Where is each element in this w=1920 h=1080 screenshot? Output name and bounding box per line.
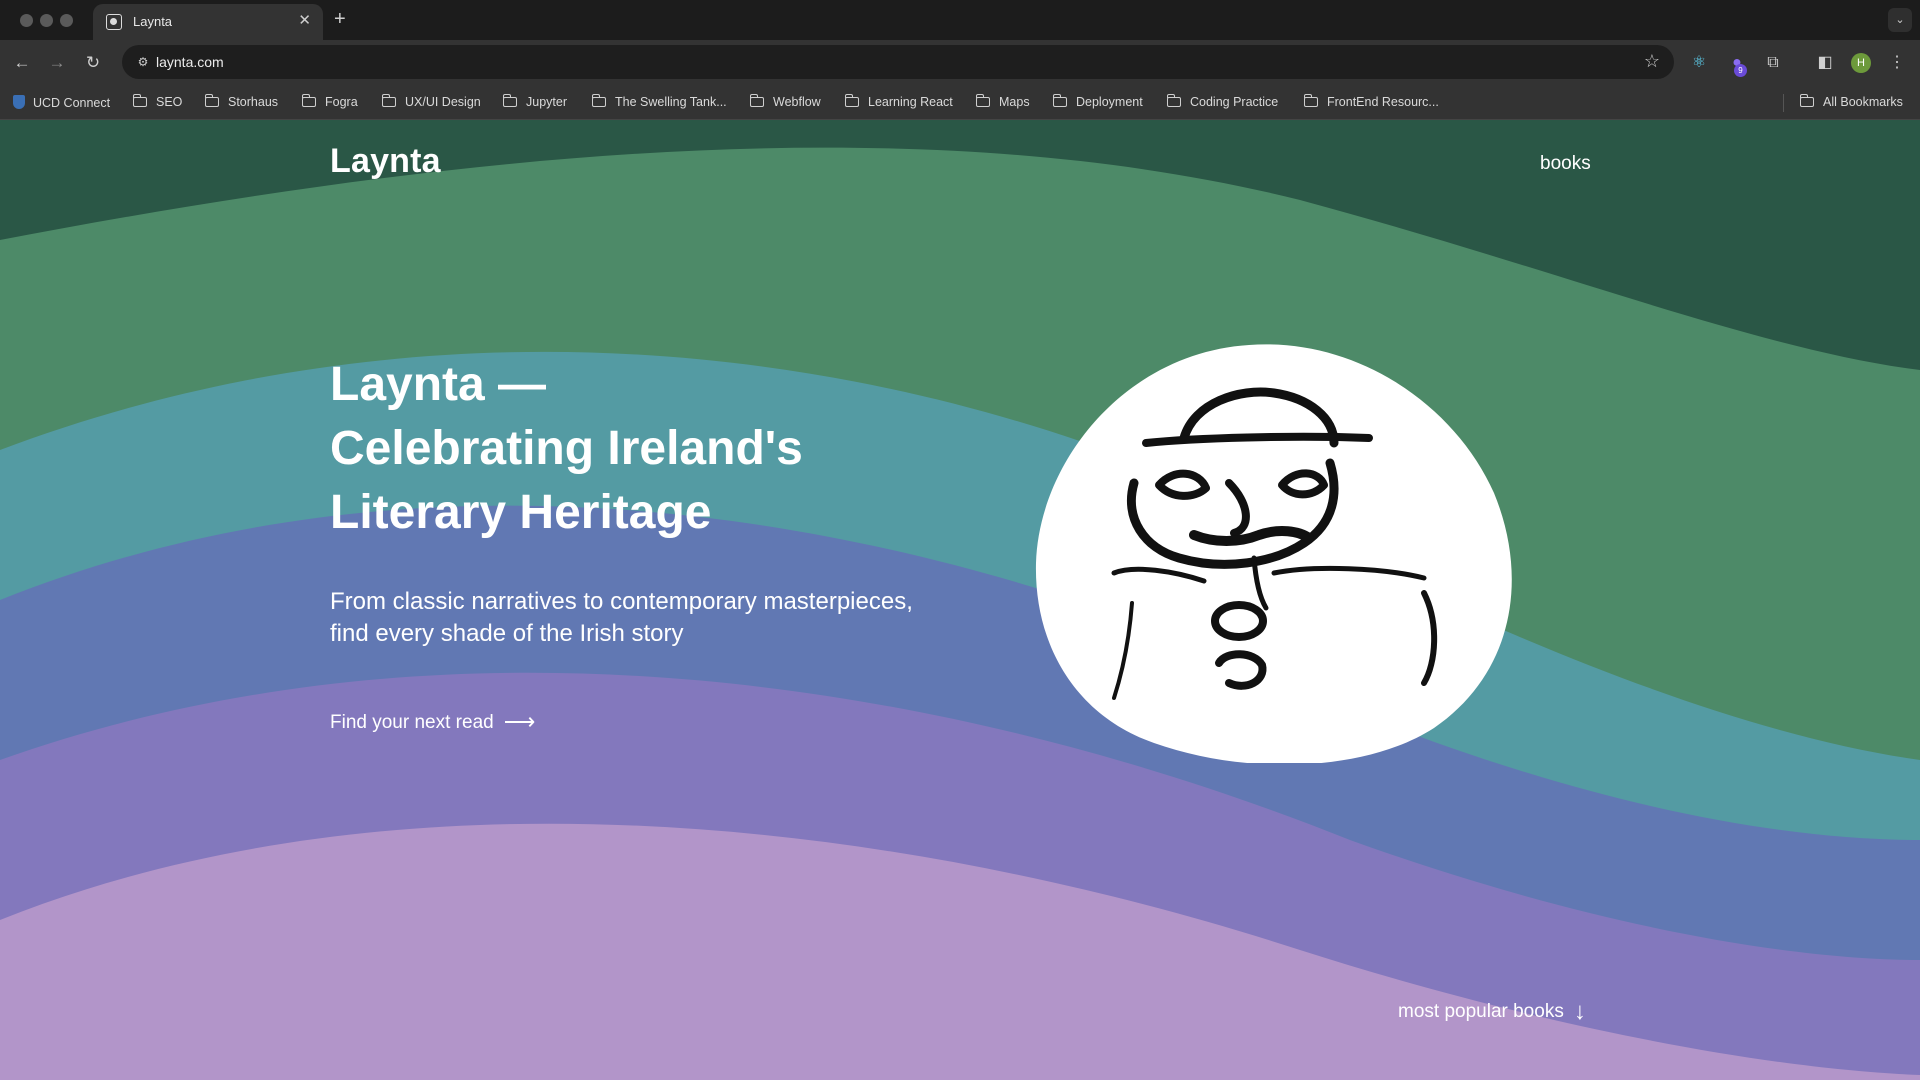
address-bar-url[interactable]: laynta.com — [156, 54, 224, 70]
hero-subtitle-line: find every shade of the Irish story — [330, 620, 684, 647]
bookmark-folder[interactable]: Learning React — [844, 94, 953, 109]
hero-title-line: Celebrating Ireland's — [330, 422, 803, 475]
most-popular-books-link[interactable]: most popular books ↓ — [1398, 998, 1586, 1026]
folder-icon — [1166, 94, 1181, 107]
find-next-read-link[interactable]: Find your next read ⟶ — [330, 709, 535, 735]
profile-avatar[interactable]: H — [1851, 53, 1871, 73]
bookmark-folder[interactable]: SEO — [132, 94, 182, 109]
hero-illustration — [1035, 344, 1512, 763]
folder-icon — [591, 94, 606, 107]
browser-tab-active[interactable]: Laynta ✕ — [93, 4, 323, 40]
bookmark-folder[interactable]: Maps — [975, 94, 1030, 109]
hero-title: Laynta — Celebrating Ireland's Literary … — [330, 353, 950, 545]
browser-menu-icon[interactable]: ⋮ — [1886, 52, 1908, 74]
ucd-crest-icon — [13, 95, 25, 109]
bookmark-folder[interactable]: FrontEnd Resourc... — [1303, 94, 1439, 109]
forward-arrow-icon[interactable]: → — [44, 50, 70, 76]
tab-title: Laynta — [133, 14, 173, 29]
laynta-homepage: Laynta books Laynta — Celebrating Irelan… — [0, 120, 1920, 1080]
folder-icon — [844, 94, 859, 107]
site-favicon-icon — [106, 14, 122, 30]
side-panel-icon[interactable]: ◧ — [1814, 52, 1836, 74]
folder-icon — [381, 94, 396, 107]
folder-icon — [132, 94, 147, 107]
browser-toolbar: ← → ↻ ⚙ laynta.com ☆ ⚛ ● 9 ⧉ ◧ H ⋮ — [0, 40, 1920, 86]
window-zoom-control[interactable] — [60, 14, 73, 27]
cta-label: Find your next read — [330, 712, 494, 733]
folder-icon — [204, 94, 219, 107]
hero-subtitle-line: From classic narratives to contemporary … — [330, 588, 913, 615]
bookmarks-bar: UCD Connect SEO Storhaus Fogra UX/UI Des… — [0, 86, 1920, 120]
folder-icon — [975, 94, 990, 107]
address-bar[interactable]: ⚙ laynta.com ☆ — [122, 45, 1674, 79]
window-minimize-control[interactable] — [40, 14, 53, 27]
bookmark-ucd-connect[interactable]: UCD Connect — [13, 95, 110, 110]
folder-icon — [1052, 94, 1067, 107]
window-close-control[interactable] — [20, 14, 33, 27]
folder-icon — [749, 94, 764, 107]
popular-label: most popular books — [1398, 1001, 1564, 1022]
bookmark-folder[interactable]: Coding Practice — [1166, 94, 1278, 109]
site-logo[interactable]: Laynta — [330, 142, 441, 181]
all-bookmarks[interactable]: All Bookmarks — [1799, 94, 1903, 109]
bookmark-folder[interactable]: Webflow — [749, 94, 821, 109]
extension-badge: 9 — [1734, 64, 1747, 77]
folder-icon — [502, 94, 517, 107]
nav-link-books[interactable]: books — [1540, 153, 1591, 175]
extensions-puzzle-icon[interactable]: ⧉ — [1762, 52, 1784, 74]
tab-strip: Laynta ✕ + ⌄ — [0, 0, 1920, 40]
tab-close-icon[interactable]: ✕ — [298, 12, 311, 30]
site-info-icon[interactable]: ⚙ — [132, 51, 154, 73]
folder-icon — [1799, 94, 1814, 107]
tab-search-chevron-icon[interactable]: ⌄ — [1888, 8, 1912, 32]
bookmark-folder[interactable]: Storhaus — [204, 94, 278, 109]
bookmark-folder[interactable]: Jupyter — [502, 94, 567, 109]
browser-chrome: Laynta ✕ + ⌄ ← → ↻ ⚙ laynta.com ☆ ⚛ ● 9 … — [0, 0, 1920, 120]
bookmark-star-icon[interactable]: ☆ — [1644, 51, 1660, 72]
arrow-down-icon: ↓ — [1573, 998, 1586, 1025]
folder-icon — [301, 94, 316, 107]
bookmarks-divider — [1783, 94, 1784, 112]
back-arrow-icon[interactable]: ← — [9, 50, 35, 76]
arrow-right-icon: ⟶ — [503, 709, 536, 734]
react-devtools-icon[interactable]: ⚛ — [1688, 52, 1710, 74]
bookmark-folder[interactable]: Deployment — [1052, 94, 1143, 109]
new-tab-icon[interactable]: + — [334, 8, 346, 30]
hero-title-line: Literary Heritage — [330, 486, 712, 539]
bookmark-folder[interactable]: The Swelling Tank... — [591, 94, 727, 109]
hero-title-line: Laynta — — [330, 358, 547, 411]
folder-icon — [1303, 94, 1318, 107]
reload-icon[interactable]: ↻ — [80, 50, 106, 76]
hero-subtitle: From classic narratives to contemporary … — [330, 586, 970, 650]
bookmark-folder[interactable]: UX/UI Design — [381, 94, 481, 109]
bookmark-folder[interactable]: Fogra — [301, 94, 358, 109]
